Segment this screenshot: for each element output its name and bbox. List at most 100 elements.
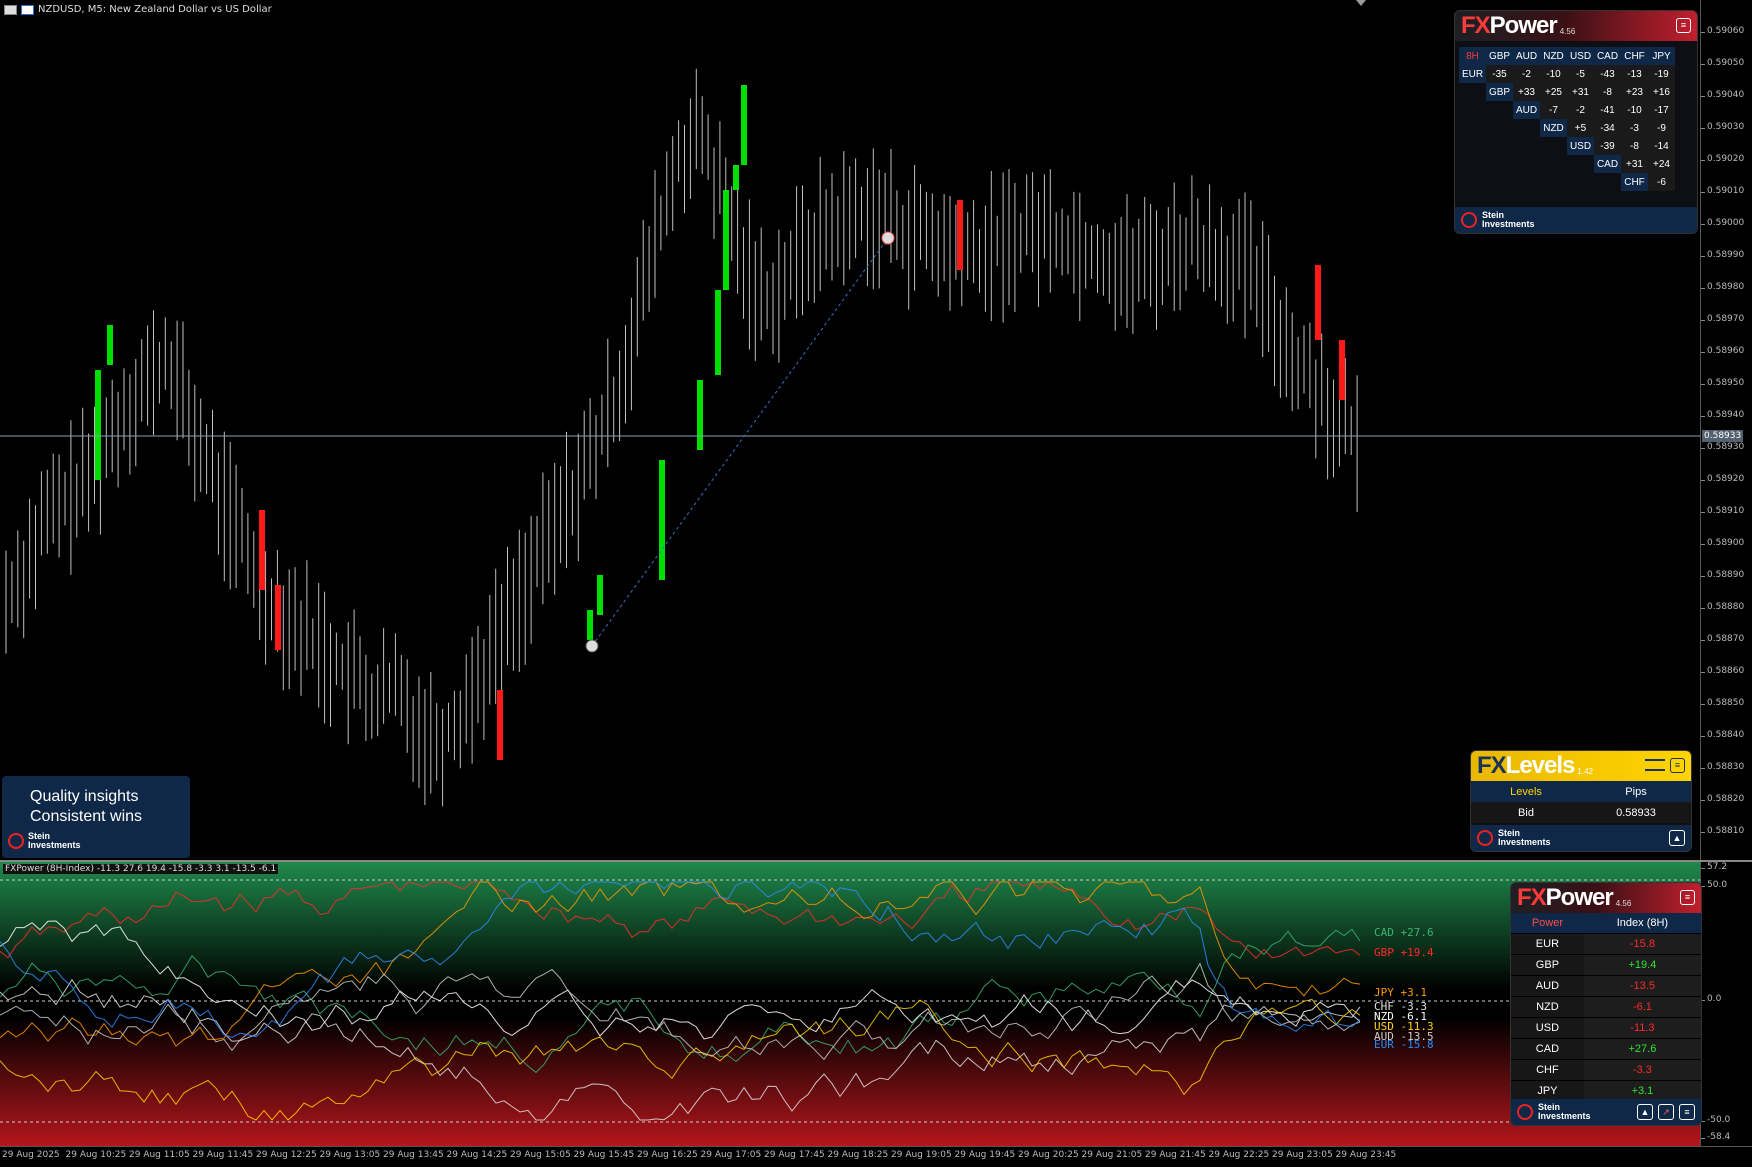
matrix-row-label: AUD bbox=[1513, 101, 1540, 119]
fxpower-index-panel: FXPower 4.56 ≡ Power Index (8H) EUR -15.8 GB… bbox=[1510, 882, 1702, 1126]
price-tick: 0.58850 bbox=[1700, 698, 1745, 708]
curve-label: EUR -15.8 bbox=[1374, 1038, 1434, 1051]
price-tick: 0.58940 bbox=[1700, 410, 1745, 420]
index-value: -13.5 bbox=[1583, 975, 1701, 997]
index-row: EUR -15.8 bbox=[1511, 933, 1701, 955]
index-col-power: Power bbox=[1511, 913, 1584, 934]
index-row: CAD +27.6 bbox=[1511, 1038, 1701, 1060]
matrix-row: CAD +31 +24 bbox=[1459, 155, 1675, 173]
time-tick: 29 Aug 14:25 bbox=[446, 1150, 508, 1160]
alert-bell-icon[interactable]: ▲ bbox=[1637, 1104, 1653, 1120]
fxpower-header: FXPower 4.56 ≡ bbox=[1455, 11, 1697, 41]
matrix-col-header: NZD bbox=[1540, 47, 1567, 65]
fxpower-footer: Stein Investments bbox=[1455, 207, 1697, 233]
price-tick: 0.59040 bbox=[1700, 90, 1745, 100]
symbol-title: NZDUSD, M5: New Zealand Dollar vs US Dol… bbox=[38, 4, 272, 15]
price-chart[interactable] bbox=[0, 0, 1700, 860]
matrix-cell: +5 bbox=[1567, 119, 1594, 137]
curve-label: GBP +19.4 bbox=[1374, 946, 1434, 959]
index-row: AUD -13.5 bbox=[1511, 975, 1701, 997]
matrix-row: GBP +33 +25 +31 -8 +23 +16 bbox=[1459, 83, 1675, 101]
trade-entry-marker[interactable] bbox=[585, 639, 599, 653]
index-value: -3.3 bbox=[1583, 1059, 1701, 1081]
candle-body bbox=[107, 325, 113, 365]
matrix-cell: -2 bbox=[1513, 65, 1540, 83]
index-row: CHF -3.3 bbox=[1511, 1059, 1701, 1081]
price-tick: 0.59010 bbox=[1700, 186, 1745, 196]
matrix-cell: -8 bbox=[1621, 137, 1648, 155]
chart-menu-icon[interactable] bbox=[4, 4, 17, 15]
matrix-cell: -8 bbox=[1594, 83, 1621, 101]
index-currency: GBP bbox=[1511, 954, 1584, 976]
candle-body bbox=[733, 165, 739, 190]
matrix-cell: -10 bbox=[1621, 101, 1648, 119]
trade-exit-marker[interactable] bbox=[881, 231, 895, 245]
alert-bell-icon[interactable]: ▲ bbox=[1669, 830, 1685, 846]
index-menu-icon[interactable]: ≡ bbox=[1680, 890, 1695, 905]
candle-body bbox=[275, 585, 281, 650]
levels-lines-icon[interactable] bbox=[1645, 759, 1665, 771]
fxpower-index-footer: Stein Investments ▲ ↗ ≡ bbox=[1511, 1099, 1701, 1125]
price-tick: 0.58910 bbox=[1700, 506, 1745, 516]
indicator-label: FXPower (8H-Index) -11.3 27.6 19.4 -15.8… bbox=[3, 864, 279, 874]
matrix-menu-icon[interactable]: ≡ bbox=[1676, 18, 1691, 33]
trend-chart-icon[interactable]: ↗ bbox=[1658, 1104, 1674, 1120]
time-tick: 29 Aug 19:45 bbox=[954, 1150, 1016, 1160]
stein-logo-icon bbox=[1517, 1104, 1533, 1120]
ind-axis-lower: -50.0 bbox=[1700, 1115, 1731, 1125]
index-value: +27.6 bbox=[1583, 1038, 1701, 1060]
grid-view-icon[interactable]: ≡ bbox=[1679, 1104, 1695, 1120]
price-tick: 0.58980 bbox=[1700, 282, 1745, 292]
index-value: +19.4 bbox=[1583, 954, 1701, 976]
matrix-cell: +25 bbox=[1540, 83, 1567, 101]
time-tick: 29 Aug 12:25 bbox=[256, 1150, 317, 1160]
levels-menu-icon[interactable]: ≡ bbox=[1670, 758, 1685, 773]
matrix-cell: +24 bbox=[1648, 155, 1675, 173]
index-currency: CAD bbox=[1511, 1038, 1584, 1060]
ind-axis-top: 57.2 bbox=[1700, 862, 1728, 872]
fxpower-logo: FXPower bbox=[1517, 884, 1614, 911]
fxlevels-footer: Stein Investments ▲ bbox=[1471, 825, 1691, 851]
candle-body bbox=[697, 380, 703, 450]
candle-body bbox=[723, 190, 729, 290]
candle-body bbox=[957, 200, 963, 270]
chart-shift-marker-icon[interactable] bbox=[1356, 0, 1366, 6]
fxpower-index-header: FXPower 4.56 ≡ bbox=[1511, 883, 1701, 913]
bid-label: Bid bbox=[1518, 806, 1534, 819]
index-value: -6.1 bbox=[1583, 996, 1701, 1018]
fxpower-logo: FXPower bbox=[1461, 12, 1558, 39]
index-currency: CHF bbox=[1511, 1059, 1584, 1081]
indicator-axis[interactable]: 57.2 50.0 0.0 -50.0 -58.4 bbox=[1700, 862, 1752, 1146]
fxlevels-logo: FXLevels bbox=[1477, 752, 1575, 779]
matrix-row: EUR -35 -2 -10 -5 -43 -13 -19 bbox=[1459, 65, 1675, 83]
fxlevels-header: FXLevels 1.42 ≡ bbox=[1471, 751, 1691, 781]
trade-line bbox=[591, 237, 889, 647]
time-tick: 29 Aug 22:25 bbox=[1208, 1150, 1270, 1160]
price-tick: 0.58890 bbox=[1700, 570, 1745, 580]
bid-row: Bid 0.58933 bbox=[1471, 802, 1691, 823]
time-tick: 29 Aug 21:45 bbox=[1145, 1150, 1206, 1160]
matrix-col-header: GBP bbox=[1486, 47, 1513, 65]
matrix-col-header: CAD bbox=[1594, 47, 1621, 65]
curve-label: JPY +3.1 bbox=[1374, 986, 1427, 999]
pips-col-label: Pips bbox=[1625, 785, 1647, 798]
matrix-row: CHF -6 bbox=[1459, 173, 1675, 191]
time-tick: 29 Aug 16:25 bbox=[637, 1150, 698, 1160]
time-axis[interactable]: 29 Aug 2025 29 Aug 10:25 29 Aug 11:05 29 Au… bbox=[0, 1146, 1752, 1167]
matrix-cell: -5 bbox=[1567, 65, 1594, 83]
index-col-index: Index (8H) bbox=[1583, 913, 1701, 934]
price-tick: 0.58880 bbox=[1700, 602, 1745, 612]
curve-label: CAD +27.6 bbox=[1374, 926, 1434, 939]
quality-insights-box: Quality insights Consistent wins Stein In… bbox=[2, 776, 190, 858]
time-tick: 29 Aug 13:05 bbox=[319, 1150, 381, 1160]
matrix-period[interactable]: 8H bbox=[1459, 47, 1486, 65]
price-tick: 0.58870 bbox=[1700, 634, 1745, 644]
brand-name: Stein Investments bbox=[1538, 1102, 1591, 1121]
stein-logo-icon bbox=[1477, 830, 1493, 846]
time-tick: 29 Aug 11:45 bbox=[192, 1150, 254, 1160]
matrix-cell: -3 bbox=[1621, 119, 1648, 137]
candle-body bbox=[659, 460, 665, 580]
candle-body bbox=[597, 575, 603, 615]
fxpower-matrix-panel: FXPower 4.56 ≡ 8H GBP AUD NZD USD CAD CHF JPY EU… bbox=[1454, 10, 1698, 234]
trade-panel-icon[interactable] bbox=[21, 4, 34, 15]
